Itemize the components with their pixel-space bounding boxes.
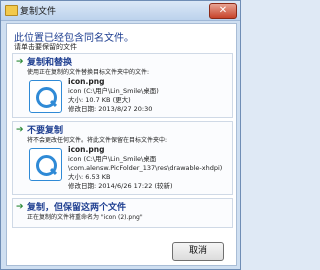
window-title: 复制文件 — [20, 7, 57, 17]
arrow-right-icon: ➔ — [16, 125, 24, 135]
title-bar: 复制文件 ✕ — [1, 1, 240, 21]
file-info: icon.png icon (C:\用户\Lin_Smile\桌面 \com.a… — [68, 145, 222, 191]
file-path: icon (C:\用户\Lin_Smile\桌面) — [68, 87, 159, 95]
file-name: icon.png — [68, 77, 105, 86]
file-name: icon.png — [68, 145, 105, 154]
copy-file-dialog: 复制文件 ✕ 此位置已经包含同名文件。 请单击要保留的文件 ➔ 复制和替换 使用… — [0, 0, 241, 270]
file-info: icon.png icon (C:\用户\Lin_Smile\桌面) 大小: 1… — [68, 77, 159, 114]
option-description: 将不会更改任何文件。将此文件保留在目标文件夹中: — [27, 137, 168, 144]
folder-icon — [5, 5, 18, 16]
image-file-icon — [29, 148, 62, 181]
file-size: 大小: 6.53 KB — [68, 173, 111, 181]
dialog-content: 此位置已经包含同名文件。 请单击要保留的文件 ➔ 复制和替换 使用正在复制的文件… — [6, 23, 237, 266]
arrow-right-icon: ➔ — [16, 202, 24, 212]
option-description: 正在复制的文件将重命名为 "icon (2).png" — [27, 214, 143, 221]
image-file-icon — [29, 80, 62, 113]
option-copy-and-replace[interactable]: ➔ 复制和替换 使用正在复制的文件替换目标文件夹中的文件: icon.png i… — [12, 53, 233, 118]
dialog-subheading: 请单击要保留的文件 — [14, 43, 77, 51]
file-modified: 修改日期: 2014/6/26 17:22 (较新) — [68, 182, 173, 190]
file-path-continued: \com.alensw.PicFolder_137\res\drawable-x… — [68, 164, 223, 172]
option-copy-keep-both[interactable]: ➔ 复制，但保留这两个文件 正在复制的文件将重命名为 "icon (2).png… — [12, 198, 233, 228]
file-size: 大小: 10.7 KB (更大) — [68, 96, 131, 104]
option-dont-copy[interactable]: ➔ 不要复制 将不会更改任何文件。将此文件保留在目标文件夹中: icon.png… — [12, 121, 233, 195]
file-path: icon (C:\用户\Lin_Smile\桌面 — [68, 155, 157, 163]
cancel-button[interactable]: 取消 — [172, 242, 224, 261]
option-description: 使用正在复制的文件替换目标文件夹中的文件: — [27, 69, 150, 76]
file-modified: 修改日期: 2013/8/27 20:30 — [68, 105, 153, 113]
arrow-right-icon: ➔ — [16, 57, 24, 67]
close-button[interactable]: ✕ — [209, 3, 237, 19]
